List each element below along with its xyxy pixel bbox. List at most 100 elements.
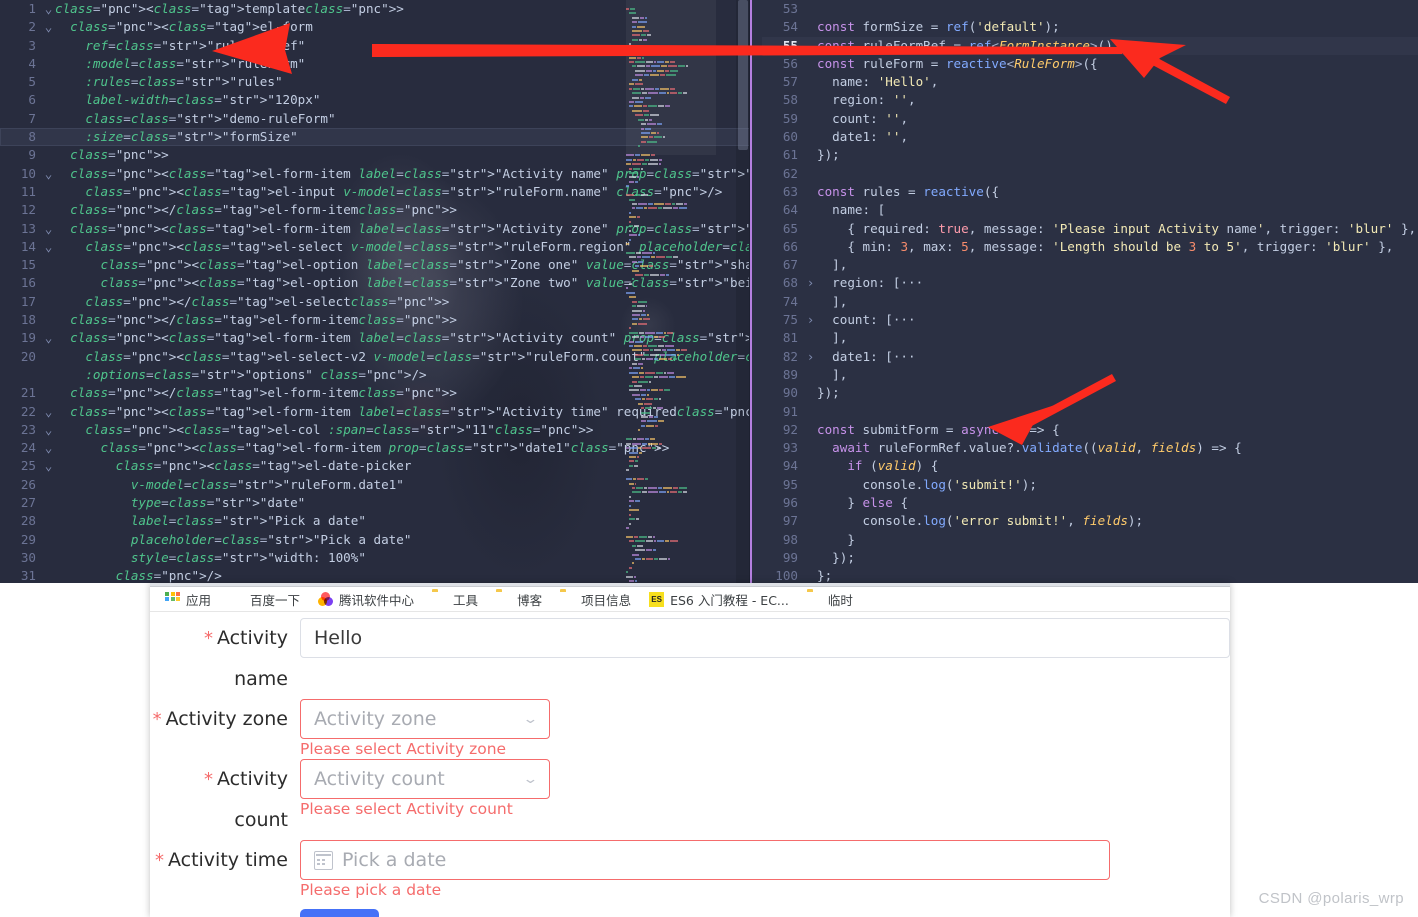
bookmark-item[interactable]: 腾讯软件中心 <box>309 588 423 611</box>
folder-icon <box>560 592 575 607</box>
code-line[interactable]: 98· } <box>762 531 1418 549</box>
bookmark-item[interactable]: 临时 <box>798 588 862 611</box>
code-line[interactable]: 24 ⌄ class="pnc"><class="tag">el-form-ite… <box>0 439 750 457</box>
code-line[interactable]: 95· console.log('submit!'); <box>762 476 1418 494</box>
editor-pane-left[interactable]: 1 ⌄ class="pnc"><class="tag">templateclass… <box>0 0 750 583</box>
input-activity-time[interactable]: Pick a date <box>300 840 1110 880</box>
code-line[interactable]: 5· :rules=class="str">"rules" <box>0 73 750 91</box>
code-line[interactable]: 25 ⌄ class="pnc"><class="tag">el-date-pic… <box>0 457 750 475</box>
form-item-activity-zone: * Activity zone Activity zone ⌄ Please selec… <box>150 699 1230 759</box>
label-text: Activity zone <box>165 708 288 730</box>
input-activity-name[interactable]: Hello <box>300 618 1230 658</box>
code-line[interactable]: 21· class="pnc"></class="tag">el-form-it… <box>0 384 750 402</box>
chevron-down-icon[interactable]: ⌄ <box>522 713 538 726</box>
code-line[interactable]: 17· class="pnc"></class="tag">el-selectc… <box>0 293 750 311</box>
editor-pane-right[interactable]: 53·54·const formSize = ref('default');55… <box>750 0 1418 583</box>
code-line[interactable]: 53· <box>762 0 1418 18</box>
code-line[interactable]: 31· class="pnc">/> <box>0 567 750 583</box>
code-line[interactable]: 100·}; <box>762 567 1418 583</box>
field-wrap-activity-time: Pick a date Please pick a date <box>300 840 1110 900</box>
bookmark-item[interactable]: 项目信息 <box>551 588 640 611</box>
code-line[interactable]: 27· type=class="str">"date" <box>0 494 750 512</box>
bookmark-label: 临时 <box>827 592 853 608</box>
code-line[interactable]: 3· ref=class="str">"ruleFormRef" <box>0 37 750 55</box>
code-line[interactable]: 66· { min: 3, max: 5, message: 'Length s… <box>762 238 1418 256</box>
field-placeholder: Activity count <box>314 768 445 790</box>
code-right-content[interactable]: 53·54·const formSize = ref('default');55… <box>750 0 1418 583</box>
input-activity-count[interactable]: Activity count ⌄ <box>300 759 550 799</box>
code-line[interactable]: 97· console.log('error submit!', fields)… <box>762 512 1418 530</box>
code-line[interactable]: 64· name: [ <box>762 201 1418 219</box>
code-line[interactable]: 94· if (valid) { <box>762 457 1418 475</box>
code-line[interactable]: 22 ⌄ class="pnc"><class="tag">el-form-ite… <box>0 403 750 421</box>
bookmarks-bar[interactable]: 应用 百度一下 腾讯软件中心 工具 博客 项目信息 ES ES6 入门教程 - EC... 临时 <box>150 587 1230 612</box>
code-line[interactable]: 13 ⌄ class="pnc"><class="tag">el-form-ite… <box>0 220 750 238</box>
code-line[interactable]: 29· placeholder=class="str">"Pick a date… <box>0 531 750 549</box>
editor-scrollbar-left[interactable] <box>736 0 750 583</box>
code-line[interactable]: 62· <box>762 165 1418 183</box>
code-line[interactable]: 18· class="pnc"></class="tag">el-form-it… <box>0 311 750 329</box>
code-line[interactable]: 91· <box>762 403 1418 421</box>
field-value: Hello <box>314 627 363 649</box>
code-line[interactable]: 96· } else { <box>762 494 1418 512</box>
code-line[interactable]: 99· }); <box>762 549 1418 567</box>
code-line[interactable]: 58· region: '', <box>762 91 1418 109</box>
code-line[interactable]: 11· class="pnc"><class="tag">el-input v-… <box>0 183 750 201</box>
bookmark-item[interactable]: 应用 <box>156 588 220 611</box>
code-line[interactable]: 93· await ruleFormRef.value?.validate((v… <box>762 439 1418 457</box>
code-line[interactable]: 56·const ruleForm = reactive<RuleForm>({ <box>762 55 1418 73</box>
code-left-content[interactable]: 1 ⌄ class="pnc"><class="tag">templateclass… <box>0 0 750 583</box>
browser-window: 应用 百度一下 腾讯软件中心 工具 博客 项目信息 ES ES6 入门教程 - EC... 临时… <box>150 583 1230 917</box>
code-line[interactable]: · :options=class="str">"options" class="… <box>0 366 750 384</box>
code-line[interactable]: 55·const ruleFormRef = ref<FormInstance>… <box>762 36 1418 55</box>
code-line[interactable]: 74· ], <box>762 293 1418 311</box>
code-line[interactable]: 23 ⌄ class="pnc"><class="tag">el-col :spa… <box>0 421 750 439</box>
code-line[interactable]: 15· class="pnc"><class="tag">el-option l… <box>0 256 750 274</box>
code-line[interactable]: 20· class="pnc"><class="tag">el-select-v… <box>0 348 750 366</box>
code-line[interactable]: 54·const formSize = ref('default'); <box>762 18 1418 36</box>
scrollbar-thumb[interactable] <box>738 0 748 150</box>
bookmark-item[interactable]: 百度一下 <box>220 588 309 611</box>
code-line[interactable]: 16· class="pnc"><class="tag">el-option l… <box>0 274 750 292</box>
code-line[interactable]: 81· ], <box>762 329 1418 347</box>
folder-icon <box>496 592 511 607</box>
code-line[interactable]: 63·const rules = reactive({ <box>762 183 1418 201</box>
code-line[interactable]: 14 ⌄ class="pnc"><class="tag">el-select v… <box>0 238 750 256</box>
code-line[interactable]: 75 › count: [··· <box>762 311 1418 329</box>
code-line[interactable]: 67· ], <box>762 256 1418 274</box>
bookmark-item[interactable]: ES ES6 入门教程 - EC... <box>640 588 798 611</box>
code-line[interactable]: 19 ⌄ class="pnc"><class="tag">el-form-ite… <box>0 329 750 347</box>
submit-button[interactable]: 提 交 <box>300 909 379 917</box>
code-line[interactable]: 60· date1: '', <box>762 128 1418 146</box>
code-line[interactable]: 7· class=class="str">"demo-ruleForm" <box>0 110 750 128</box>
code-line[interactable]: 28· label=class="str">"Pick a date" <box>0 512 750 530</box>
code-line[interactable]: 10 ⌄ class="pnc"><class="tag">el-form-ite… <box>0 165 750 183</box>
code-line[interactable]: 1 ⌄ class="pnc"><class="tag">templateclass… <box>0 0 750 18</box>
label-text: Activity time <box>167 849 288 871</box>
input-activity-zone[interactable]: Activity zone ⌄ <box>300 699 550 739</box>
code-line[interactable]: 92·const submitForm = async () => { <box>762 421 1418 439</box>
bookmark-item[interactable]: 工具 <box>423 588 487 611</box>
chevron-down-icon[interactable]: ⌄ <box>522 773 538 786</box>
code-line[interactable]: 90·}); <box>762 384 1418 402</box>
code-line[interactable]: 8· :size=class="str">"formSize" <box>0 128 750 147</box>
bookmark-item[interactable]: 博客 <box>487 588 551 611</box>
bookmark-label: 工具 <box>453 592 479 608</box>
code-line[interactable]: 30· style=class="str">"width: 100%" <box>0 549 750 567</box>
code-line[interactable]: 82 › date1: [··· <box>762 348 1418 366</box>
code-line[interactable]: 68 › region: [··· <box>762 274 1418 292</box>
code-line[interactable]: 4· :model=class="str">"ruleForm" <box>0 55 750 73</box>
code-line[interactable]: 9· class="pnc">> <box>0 146 750 164</box>
code-line[interactable]: 2 ⌄ class="pnc"><class="tag">el-form <box>0 18 750 36</box>
code-line[interactable]: 59· count: '', <box>762 110 1418 128</box>
code-line[interactable]: 61·}); <box>762 146 1418 164</box>
code-line[interactable]: 57· name: 'Hello', <box>762 73 1418 91</box>
code-line[interactable]: 26· v-model=class="str">"ruleForm.date1" <box>0 476 750 494</box>
code-line[interactable]: 12· class="pnc"></class="tag">el-form-it… <box>0 201 750 219</box>
bookmark-label: 腾讯软件中心 <box>339 592 415 608</box>
code-line[interactable]: 89· ], <box>762 366 1418 384</box>
code-editor: 1 ⌄ class="pnc"><class="tag">templateclass… <box>0 0 1418 583</box>
page-content: * Activity name Hello * Activity zone Activit… <box>150 612 1230 917</box>
code-line[interactable]: 65· { required: true, message: 'Please i… <box>762 220 1418 238</box>
code-line[interactable]: 6· label-width=class="str">"120px" <box>0 91 750 109</box>
